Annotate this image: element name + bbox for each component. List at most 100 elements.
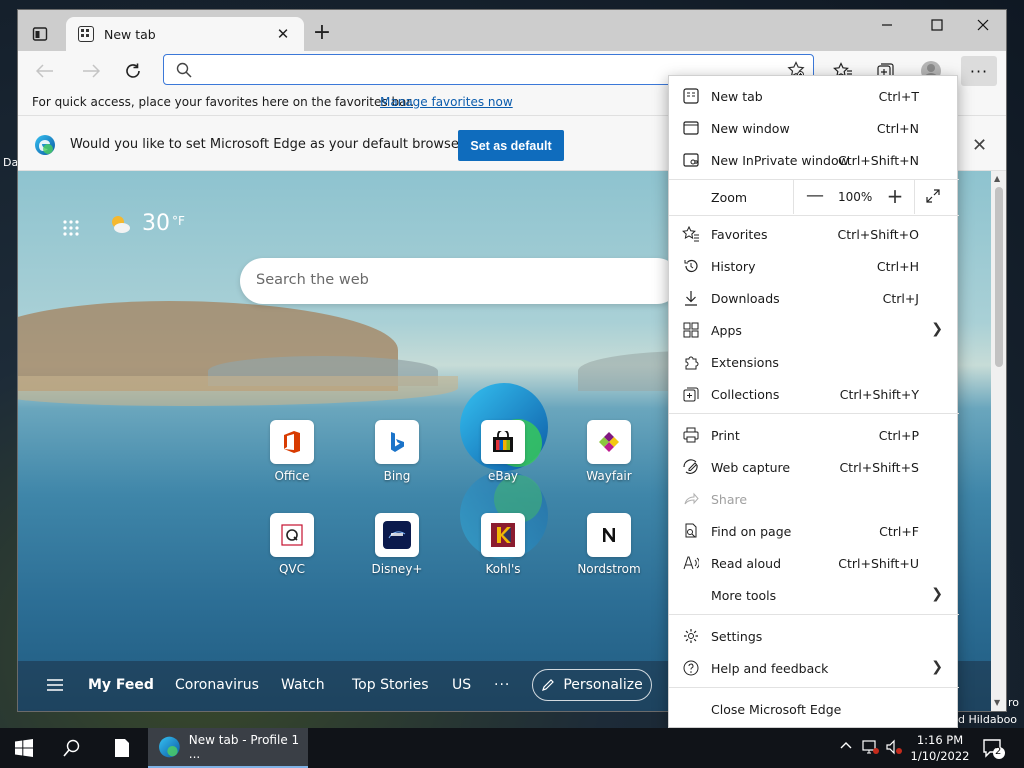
scroll-up-arrow-icon[interactable]: ▲ <box>994 174 1000 183</box>
tab-actions-button[interactable] <box>26 20 54 48</box>
minimize-icon <box>882 24 892 26</box>
tile-label: QVC <box>278 562 306 576</box>
back-button[interactable] <box>30 56 60 86</box>
hamburger-menu-icon[interactable] <box>46 678 64 692</box>
menu-item-new-inprivate-window[interactable]: New InPrivate window Ctrl+Shift+N <box>669 144 959 176</box>
zoom-in-button[interactable]: + <box>884 184 906 208</box>
quick-link-disney-plus[interactable]: Disney+ <box>357 513 437 576</box>
weather-widget[interactable]: 30 °F <box>108 211 185 236</box>
new-window-icon <box>682 119 700 137</box>
refresh-icon <box>126 63 140 78</box>
edge-logo-icon <box>35 135 55 155</box>
app-launcher-icon[interactable] <box>62 219 80 237</box>
quick-link-qvc[interactable]: QVC <box>252 513 332 576</box>
menu-item-history[interactable]: History Ctrl+H <box>669 250 959 282</box>
show-hidden-icons-button[interactable] <box>840 739 852 753</box>
weather-unit: °F <box>172 213 185 228</box>
history-icon <box>682 257 700 275</box>
back-arrow-icon <box>36 64 53 78</box>
read-aloud-icon <box>682 554 700 572</box>
web-search-box[interactable]: Search the web <box>240 258 680 304</box>
new-tab-button[interactable]: + <box>310 22 334 46</box>
minimize-button[interactable] <box>864 10 910 40</box>
quick-link-nordstrom[interactable]: Nordstrom <box>569 513 649 576</box>
menu-item-settings[interactable]: Settings <box>669 620 959 652</box>
file-explorer-button[interactable] <box>98 728 146 768</box>
feed-tab-my-feed[interactable]: My Feed <box>88 677 154 693</box>
set-as-default-button[interactable]: Set as default <box>458 130 564 161</box>
background-shore <box>18 376 458 406</box>
notification-count: 2 <box>995 746 1002 757</box>
feed-more-button[interactable]: ··· <box>494 677 510 693</box>
manage-favorites-link[interactable]: Manage favorites now <box>380 95 513 109</box>
downloads-icon <box>682 289 700 307</box>
bing-icon <box>375 420 419 464</box>
fullscreen-icon[interactable] <box>925 188 941 204</box>
forward-button[interactable] <box>76 56 106 86</box>
menu-item-help-and-feedback[interactable]: Help and feedback ❯ <box>669 652 959 684</box>
quick-link-wayfair[interactable]: Wayfair <box>569 420 649 483</box>
page-scrollbar[interactable]: ▲ ▼ <box>991 171 1006 711</box>
feed-tab-watch[interactable]: Watch <box>281 677 325 693</box>
taskbar-app-edge[interactable]: New tab - Profile 1 ... <box>148 728 308 768</box>
maximize-button[interactable] <box>914 10 960 40</box>
menu-item-close-microsoft-edge[interactable]: Close Microsoft Edge <box>669 693 959 725</box>
infobar-close-button[interactable]: ✕ <box>972 135 987 156</box>
zoom-out-button[interactable]: — <box>804 185 826 207</box>
personalize-button[interactable]: Personalize <box>532 669 652 701</box>
volume-button[interactable] <box>886 739 904 758</box>
menu-item-share: Share <box>669 483 959 515</box>
menu-item-collections[interactable]: Collections Ctrl+Shift+Y <box>669 378 959 410</box>
qvc-icon <box>270 513 314 557</box>
tile-label: Disney+ <box>371 562 423 576</box>
apps-icon <box>682 321 700 339</box>
menu-separator <box>669 687 959 688</box>
scrollbar-thumb[interactable] <box>995 187 1003 367</box>
action-center-button[interactable]: 2 <box>982 738 1006 763</box>
menu-item-web-capture[interactable]: Web capture Ctrl+Shift+S <box>669 451 959 483</box>
taskbar-app-label: New tab - Profile 1 ... <box>188 733 300 761</box>
tab-new-tab[interactable]: New tab ✕ <box>66 17 304 51</box>
quick-link-bing[interactable]: Bing <box>357 420 437 483</box>
quick-link-ebay[interactable]: eBay <box>463 420 543 483</box>
inprivate-icon <box>682 151 700 169</box>
search-button[interactable] <box>48 728 96 768</box>
quick-link-office[interactable]: Office <box>252 420 332 483</box>
settings-and-more-button[interactable]: ··· <box>961 56 997 86</box>
menu-item-new-window[interactable]: New window Ctrl+N <box>669 112 959 144</box>
nordstrom-icon <box>587 513 631 557</box>
feed-tab-coronavirus[interactable]: Coronavirus <box>175 677 259 693</box>
network-status-button[interactable] <box>862 739 880 758</box>
network-disconnected-icon <box>862 740 879 754</box>
menu-item-favorites[interactable]: Favorites Ctrl+Shift+O <box>669 218 959 250</box>
system-clock[interactable]: 1:16 PM 1/10/2022 <box>904 732 976 764</box>
chevron-right-icon: ❯ <box>931 659 943 675</box>
chevron-right-icon: ❯ <box>931 321 943 337</box>
feed-tab-top-stories[interactable]: Top Stories <box>352 677 429 693</box>
chevron-up-icon <box>840 742 852 749</box>
close-window-button[interactable] <box>960 10 1006 40</box>
refresh-button[interactable] <box>118 56 148 86</box>
tile-label: Office <box>274 469 310 483</box>
menu-item-print[interactable]: Print Ctrl+P <box>669 419 959 451</box>
menu-item-new-tab[interactable]: New tab Ctrl+T <box>669 80 959 112</box>
menu-item-more-tools[interactable]: More tools ❯ <box>669 579 959 611</box>
partly-sunny-icon <box>112 215 130 233</box>
quick-link-kohls[interactable]: Kohl's <box>463 513 543 576</box>
weather-temperature: 30 <box>142 211 170 236</box>
feed-tab-us[interactable]: US <box>452 677 471 693</box>
close-tab-button[interactable]: ✕ <box>272 23 294 45</box>
web-search-placeholder: Search the web <box>256 272 369 288</box>
share-icon <box>682 490 700 508</box>
tab-actions-icon <box>32 27 48 41</box>
scroll-down-arrow-icon[interactable]: ▼ <box>994 698 1000 707</box>
menu-item-downloads[interactable]: Downloads Ctrl+J <box>669 282 959 314</box>
help-icon <box>682 659 700 677</box>
start-button[interactable] <box>0 728 48 768</box>
menu-item-read-aloud[interactable]: Read aloud Ctrl+Shift+U <box>669 547 959 579</box>
tile-label: Bing <box>383 469 411 483</box>
menu-item-find-on-page[interactable]: Find on page Ctrl+F <box>669 515 959 547</box>
chevron-right-icon: ❯ <box>931 586 943 602</box>
menu-item-apps[interactable]: Apps ❯ <box>669 314 959 346</box>
menu-item-extensions[interactable]: Extensions <box>669 346 959 378</box>
